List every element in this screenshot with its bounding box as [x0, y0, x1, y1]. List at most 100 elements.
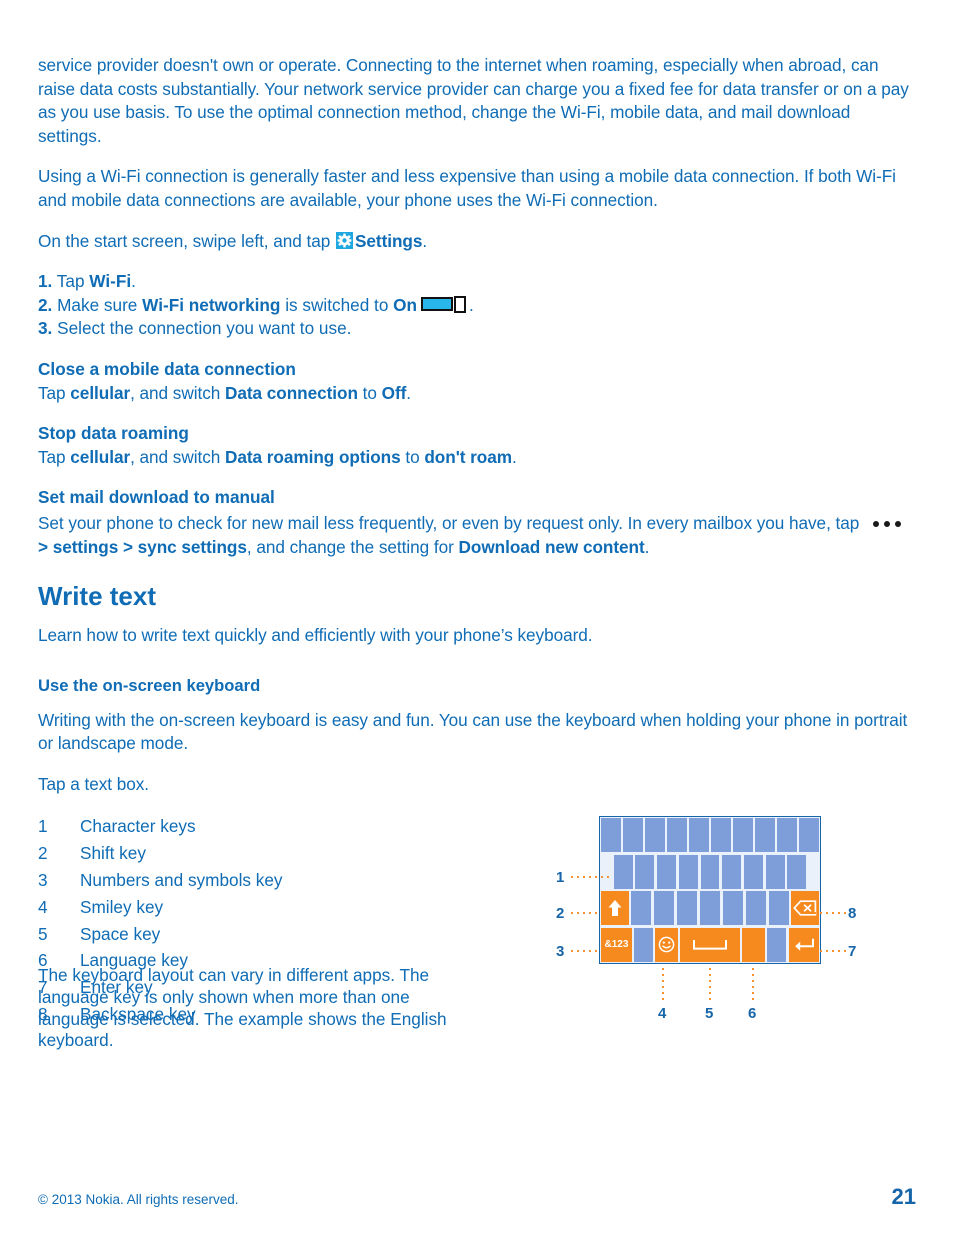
callout-3: 3 [556, 943, 565, 960]
legend-number: 3 [38, 870, 48, 891]
settings-instruction: On the start screen, swipe left, and tap… [38, 230, 918, 254]
legend-label: Space key [80, 923, 161, 944]
copyright-notice: © 2013 Nokia. All rights reserved. [38, 1192, 239, 1207]
character-key[interactable] [667, 818, 687, 853]
callout-8-leader [812, 912, 846, 914]
page-footer: © 2013 Nokia. All rights reserved. 21 [38, 1184, 916, 1210]
callout-6: 6 [748, 1005, 757, 1022]
toggle-thumb [454, 295, 467, 313]
t1-b1: cellular [70, 446, 131, 467]
character-key[interactable] [654, 891, 675, 926]
character-key[interactable] [700, 854, 720, 889]
task-heading-close-mobile-data: Close a mobile data connection [38, 358, 296, 379]
onscreen-keyboard-body: Writing with the on-screen keyboard is e… [38, 709, 908, 754]
step-3-number: 3. [38, 318, 53, 339]
step-1-bold: Wi-Fi [89, 271, 132, 292]
character-key[interactable] [634, 927, 653, 962]
legend-label: Shift key [80, 843, 146, 864]
settings-label: Settings [354, 230, 423, 251]
task-heading-stop-data-roaming: Stop data roaming [38, 423, 189, 444]
character-key[interactable] [631, 891, 652, 926]
character-key[interactable] [678, 854, 698, 889]
t1-pre: Tap [38, 446, 71, 467]
mt-b1: settings [52, 536, 119, 557]
character-key[interactable] [743, 854, 763, 889]
step-1: 1. Tap Wi-Fi. [38, 270, 918, 294]
task-body-close-mobile-data: Tap cellular, and switch Data connection… [38, 382, 918, 406]
mt-sep2: > [118, 536, 138, 557]
language-key[interactable] [742, 927, 765, 962]
settings-instruction-suffix: . [422, 230, 428, 251]
legend-number: 2 [38, 843, 48, 864]
t1-b2: Data roaming options [224, 446, 401, 467]
callout-6-leader [752, 966, 754, 1002]
legend-label: Smiley key [80, 896, 164, 917]
character-key[interactable] [722, 854, 742, 889]
legend-label: Numbers and symbols key [80, 870, 283, 891]
t0-m1: , and switch [130, 382, 225, 403]
enter-key[interactable] [788, 927, 819, 962]
mt-post: . [644, 536, 650, 557]
character-key[interactable] [768, 891, 789, 926]
keyboard-row-4: &123 [600, 927, 820, 964]
callout-4: 4 [658, 1005, 667, 1022]
keyboard-row-3 [600, 890, 820, 927]
ellipsis-more-icon [870, 510, 903, 534]
smiley-key[interactable] [655, 927, 678, 962]
shift-key[interactable] [601, 891, 629, 926]
character-key[interactable] [777, 818, 797, 853]
task-close-mobile-data: Close a mobile data connection Tap cellu… [38, 358, 918, 405]
numbers-symbols-key[interactable]: &123 [601, 927, 632, 962]
step-1-post: . [131, 271, 136, 292]
character-key[interactable] [623, 818, 643, 853]
legend-number: 1 [38, 816, 48, 837]
step-2-bold2: On [393, 294, 418, 315]
callout-7-leader [812, 950, 846, 952]
task-body-set-mail-download: Set your phone to check for new mail les… [38, 510, 918, 559]
callout-5-leader [709, 966, 711, 1002]
task-heading-set-mail-download: Set mail download to manual [38, 487, 275, 508]
mt-sep1: > [38, 536, 53, 557]
step-2-bold: Wi-Fi networking [142, 294, 281, 315]
character-key[interactable] [767, 927, 786, 962]
ellipsis-dot [883, 520, 890, 527]
paragraph-roaming-costs: service provider doesn't own or operate.… [38, 55, 909, 146]
smiley-icon [658, 936, 675, 953]
keyboard-note: The keyboard layout can vary in differen… [38, 965, 447, 1051]
manual-page: service provider doesn't own or operate.… [0, 0, 954, 1258]
mt-mid: , and change the setting for [246, 536, 459, 557]
character-key[interactable] [755, 818, 775, 853]
character-key[interactable] [699, 891, 721, 926]
character-key[interactable] [765, 854, 785, 889]
character-key[interactable] [613, 854, 633, 889]
character-key[interactable] [787, 854, 807, 889]
subsection-use-onscreen-keyboard: Use the on-screen keyboard [38, 675, 261, 695]
character-key[interactable] [635, 854, 655, 889]
character-key[interactable] [645, 818, 665, 853]
task-set-mail-download-manual: Set mail download to manual Set your pho… [38, 486, 918, 559]
character-key[interactable] [733, 818, 753, 853]
mt-b2: sync settings [137, 536, 247, 557]
character-key[interactable] [745, 891, 766, 926]
backspace-key[interactable] [791, 891, 819, 926]
tap-text-box-instruction: Tap a text box. [38, 773, 150, 794]
t1-post: . [511, 446, 517, 467]
t1-m2: to [400, 446, 425, 467]
space-key[interactable] [680, 927, 740, 962]
step-3-pre: Select the connection you want to use. [52, 318, 352, 339]
character-key[interactable] [722, 891, 743, 926]
keyboard-rows: &123 [600, 817, 820, 963]
t0-b1: cellular [70, 382, 131, 403]
t0-m2: to [357, 382, 382, 403]
character-key[interactable] [799, 818, 819, 853]
callout-1-leader [569, 876, 609, 878]
page-number: 21 [891, 1184, 916, 1209]
character-key[interactable] [657, 854, 677, 889]
callout-5: 5 [705, 1005, 714, 1022]
character-key[interactable] [689, 818, 709, 853]
space-bar-icon [692, 939, 728, 951]
step-1-pre: Tap [52, 271, 90, 292]
character-key[interactable] [601, 818, 621, 853]
character-key[interactable] [677, 891, 698, 926]
character-key[interactable] [711, 818, 731, 853]
